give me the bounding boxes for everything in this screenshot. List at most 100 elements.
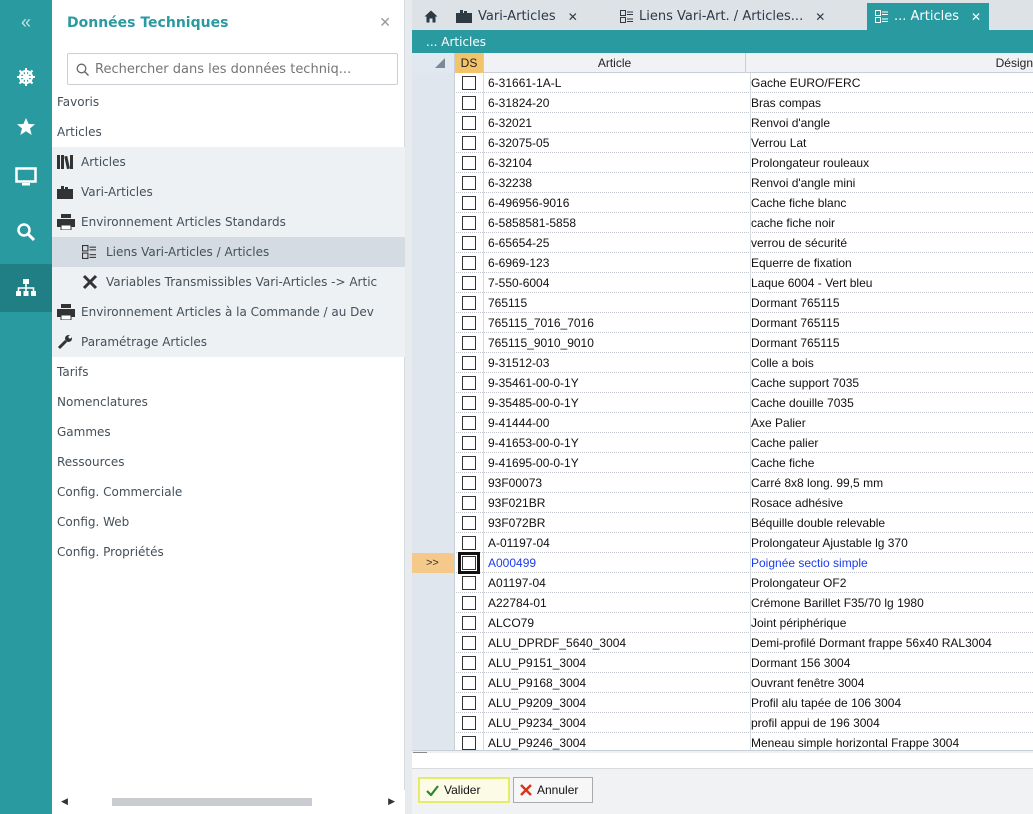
table-row[interactable]: A-01197-04 Prolongateur Ajustable lg 370 bbox=[412, 533, 1033, 553]
designation-cell[interactable]: Dormant 765115 bbox=[750, 333, 1033, 353]
ds-checkbox[interactable] bbox=[462, 736, 476, 750]
ds-checkbox[interactable] bbox=[462, 496, 476, 510]
table-row[interactable]: 93F021BR Rosace adhésive bbox=[412, 493, 1033, 513]
grid-horizontal-scrollbar[interactable]: ◀ bbox=[412, 750, 1033, 753]
row-selector[interactable] bbox=[412, 413, 455, 433]
designation-cell[interactable]: Carré 8x8 long. 99,5 mm bbox=[750, 473, 1033, 493]
article-cell[interactable]: 6-32075-05 bbox=[488, 133, 744, 153]
article-cell[interactable]: 7-550-6004 bbox=[488, 273, 744, 293]
designation-cell[interactable]: Dormant 156 3004 bbox=[750, 653, 1033, 673]
row-selector[interactable] bbox=[412, 573, 455, 593]
designation-cell[interactable]: Verrou Lat bbox=[750, 133, 1033, 153]
article-cell[interactable]: 6-31824-20 bbox=[488, 93, 744, 113]
ds-checkbox[interactable] bbox=[462, 96, 476, 110]
search-icon[interactable] bbox=[0, 212, 52, 252]
article-cell[interactable]: ALU_P9234_3004 bbox=[488, 713, 744, 733]
row-selector[interactable] bbox=[412, 593, 455, 613]
scroll-left-icon[interactable]: ◀ bbox=[61, 796, 68, 807]
ds-checkbox[interactable] bbox=[462, 196, 476, 210]
row-selector[interactable] bbox=[412, 613, 455, 633]
ds-checkbox[interactable] bbox=[462, 536, 476, 550]
table-row[interactable]: 6-65654-25 verrou de sécurité bbox=[412, 233, 1033, 253]
monitor-icon[interactable] bbox=[0, 157, 52, 197]
table-row[interactable]: 9-31512-03 Colle a bois bbox=[412, 353, 1033, 373]
ds-checkbox[interactable] bbox=[462, 76, 476, 90]
article-cell[interactable]: 93F00073 bbox=[488, 473, 744, 493]
designation-cell[interactable]: Equerre de fixation bbox=[750, 253, 1033, 273]
designation-cell[interactable]: Renvoi d'angle mini bbox=[750, 173, 1033, 193]
close-tab-icon[interactable]: ✕ bbox=[568, 10, 578, 24]
sidebar-item[interactable]: Favoris bbox=[52, 87, 405, 117]
article-cell[interactable]: 765115 bbox=[488, 293, 744, 313]
table-row[interactable]: 765115_7016_7016 Dormant 765115 bbox=[412, 313, 1033, 333]
row-selector[interactable] bbox=[412, 213, 455, 233]
designation-cell[interactable]: Joint périphérique bbox=[750, 613, 1033, 633]
row-selector[interactable] bbox=[412, 233, 455, 253]
table-row[interactable]: ALCO79 Joint périphérique bbox=[412, 613, 1033, 633]
ds-checkbox[interactable] bbox=[462, 656, 476, 670]
close-tab-icon[interactable]: ✕ bbox=[815, 10, 825, 24]
row-selector[interactable] bbox=[412, 393, 455, 413]
article-cell[interactable]: ALU_P9168_3004 bbox=[488, 673, 744, 693]
row-selector[interactable] bbox=[412, 113, 455, 133]
row-selector[interactable] bbox=[412, 473, 455, 493]
sidebar-item[interactable]: Articles bbox=[52, 117, 405, 147]
sidebar-item[interactable]: Config. Commerciale bbox=[52, 477, 405, 507]
article-cell[interactable]: ALU_P9209_3004 bbox=[488, 693, 744, 713]
sidebar-item[interactable]: Gammes bbox=[52, 417, 405, 447]
row-selector[interactable] bbox=[412, 433, 455, 453]
sidebar-item[interactable]: Liens Vari-Articles / Articles bbox=[52, 237, 405, 267]
row-selector[interactable] bbox=[412, 293, 455, 313]
row-selector[interactable] bbox=[412, 153, 455, 173]
designation-cell[interactable]: Axe Palier bbox=[750, 413, 1033, 433]
table-row[interactable]: 765115_9010_9010 Dormant 765115 bbox=[412, 333, 1033, 353]
article-cell[interactable]: 6-65654-25 bbox=[488, 233, 744, 253]
designation-cell[interactable]: verrou de sécurité bbox=[750, 233, 1033, 253]
row-selector[interactable] bbox=[412, 713, 455, 733]
ds-checkbox[interactable] bbox=[462, 396, 476, 410]
ds-checkbox[interactable] bbox=[462, 676, 476, 690]
table-row[interactable]: 9-35485-00-0-1Y Cache douille 7035 bbox=[412, 393, 1033, 413]
table-row[interactable]: 7-550-6004 Laque 6004 - Vert bleu bbox=[412, 273, 1033, 293]
ds-checkbox[interactable] bbox=[462, 716, 476, 730]
designation-cell[interactable]: cache fiche noir bbox=[750, 213, 1033, 233]
row-selector[interactable] bbox=[412, 653, 455, 673]
sidebar-item[interactable]: Variables Transmissibles Vari-Articles -… bbox=[52, 267, 405, 297]
search-box[interactable] bbox=[67, 53, 398, 85]
ds-checkbox[interactable] bbox=[462, 636, 476, 650]
table-row[interactable]: ALU_P9168_3004 Ouvrant fenêtre 3004 bbox=[412, 673, 1033, 693]
row-selector[interactable] bbox=[412, 673, 455, 693]
article-cell[interactable]: 93F021BR bbox=[488, 493, 744, 513]
table-row[interactable]: >> A000499 Poignée sectio simple bbox=[412, 552, 1033, 574]
table-row[interactable]: A22784-01 Crémone Barillet F35/70 lg 1980 bbox=[412, 593, 1033, 613]
table-row[interactable]: ALU_P9209_3004 Profil alu tapée de 106 30… bbox=[412, 693, 1033, 713]
ds-checkbox[interactable] bbox=[462, 416, 476, 430]
designation-cell[interactable]: Cache fiche blanc bbox=[750, 193, 1033, 213]
article-cell[interactable]: ALCO79 bbox=[488, 613, 744, 633]
ds-checkbox[interactable] bbox=[462, 356, 476, 370]
ds-column-header[interactable]: DS bbox=[455, 53, 484, 73]
scroll-left-icon[interactable]: ◀ bbox=[413, 752, 427, 753]
ds-checkbox[interactable] bbox=[458, 552, 480, 574]
ds-checkbox[interactable] bbox=[462, 136, 476, 150]
article-cell[interactable]: 6-31661-1A-L bbox=[488, 73, 744, 93]
article-cell[interactable]: 9-41444-00 bbox=[488, 413, 744, 433]
search-input[interactable] bbox=[95, 61, 385, 77]
designation-cell[interactable]: Gache EURO/FERC bbox=[750, 73, 1033, 93]
article-cell[interactable]: 9-35485-00-0-1Y bbox=[488, 393, 744, 413]
table-row[interactable]: 6-6969-123 Equerre de fixation bbox=[412, 253, 1033, 273]
article-cell[interactable]: 9-41653-00-0-1Y bbox=[488, 433, 744, 453]
designation-cell[interactable]: Cache palier bbox=[750, 433, 1033, 453]
sidebar-item[interactable]: Ressources bbox=[52, 447, 405, 477]
row-selector[interactable] bbox=[412, 313, 455, 333]
designation-cell[interactable]: Demi-profilé Dormant frappe 56x40 RAL300… bbox=[750, 633, 1033, 653]
article-cell[interactable]: A22784-01 bbox=[488, 593, 744, 613]
row-selector[interactable] bbox=[412, 253, 455, 273]
table-row[interactable]: 9-41653-00-0-1Y Cache palier bbox=[412, 433, 1033, 453]
close-icon[interactable]: ✕ bbox=[379, 14, 391, 31]
scroll-thumb[interactable] bbox=[112, 798, 312, 806]
close-tab-icon[interactable]: ✕ bbox=[971, 10, 981, 24]
tab-articles[interactable]: ... Articles ✕ bbox=[867, 3, 990, 30]
article-cell[interactable]: 6-496956-9016 bbox=[488, 193, 744, 213]
article-cell[interactable]: 6-6969-123 bbox=[488, 253, 744, 273]
